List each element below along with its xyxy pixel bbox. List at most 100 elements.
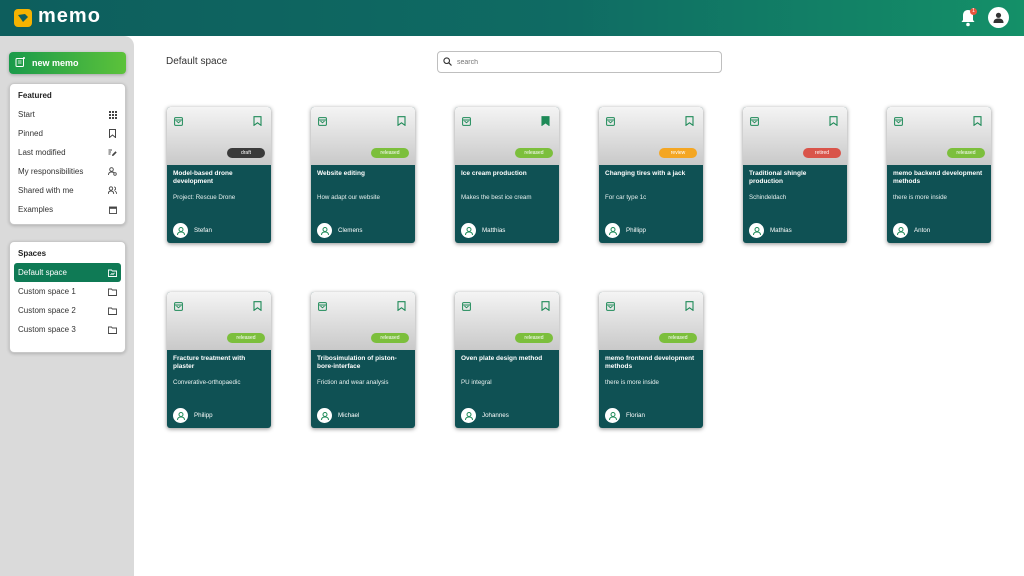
spaces-panel: Spaces Default space Custom space 1 Cust… [9, 241, 126, 353]
folder-icon [108, 325, 117, 334]
bookmark-icon[interactable] [829, 113, 838, 127]
search-input[interactable] [457, 58, 707, 66]
memo-type-icon [462, 298, 471, 311]
owner-avatar-icon [605, 408, 620, 423]
card-title: memo backend development methods [893, 170, 983, 185]
owner-avatar-icon [461, 223, 476, 238]
sidebar-item-start[interactable]: Start [14, 105, 121, 124]
status-badge: draft [227, 148, 265, 158]
status-badge: released [515, 333, 553, 343]
search-icon [443, 53, 452, 71]
card-subtitle: Converative-orthopaedic [173, 379, 241, 386]
card-owner: Florian [626, 412, 645, 419]
folder-icon [108, 287, 117, 296]
owner-avatar-icon [893, 223, 908, 238]
memo-card[interactable]: released Ice cream production Makes the be… [455, 107, 559, 243]
card-subtitle: PU integral [461, 379, 492, 386]
bookmark-icon[interactable] [397, 298, 406, 312]
edit-icon [108, 148, 117, 157]
sidebar-item-last-modified[interactable]: Last modified [14, 143, 121, 162]
memo-card[interactable]: released memo backend development methods… [887, 107, 991, 243]
folder-icon [108, 306, 117, 315]
card-owner: Clemens [338, 227, 363, 234]
status-badge: released [371, 148, 409, 158]
top-bar: memo 1 [0, 0, 1024, 36]
sidebar-item-label: Custom space 2 [18, 306, 76, 315]
new-memo-icon [15, 56, 26, 70]
sidebar-item-default-space[interactable]: Default space [14, 263, 121, 282]
spaces-title: Spaces [18, 249, 47, 258]
owner-avatar-icon [173, 408, 188, 423]
featured-title: Featured [18, 91, 52, 100]
card-subtitle: there is more inside [893, 194, 947, 201]
memo-logo-icon[interactable] [14, 9, 32, 27]
card-owner: Mathias [770, 227, 792, 234]
card-title: Changing tires with a jack [605, 170, 686, 177]
bookmark-icon[interactable] [253, 298, 262, 312]
card-subtitle: Makes the best ice cream [461, 194, 532, 201]
sidebar-item-custom-space-2[interactable]: Custom space 2 [14, 301, 121, 320]
sidebar-item-label: Last modified [18, 148, 66, 157]
memo-type-icon [606, 298, 615, 311]
app-name[interactable]: memo [38, 5, 101, 28]
status-badge: released [515, 148, 553, 158]
folder-open-icon [108, 268, 117, 277]
memo-type-icon [174, 298, 183, 311]
user-avatar-icon[interactable] [988, 7, 1009, 28]
sidebar-item-label: Pinned [18, 129, 43, 138]
sidebar-item-label: Start [18, 110, 35, 119]
card-title: Oven plate design method [461, 355, 543, 362]
sidebar-item-label: Shared with me [18, 186, 74, 195]
card-title: memo frontend development methods [605, 355, 695, 370]
memo-card[interactable]: retired Traditional shingle production Sch… [743, 107, 847, 243]
sidebar-item-shared-with-me[interactable]: Shared with me [14, 181, 121, 200]
bookmark-icon [108, 129, 117, 138]
sidebar-item-pinned[interactable]: Pinned [14, 124, 121, 143]
new-memo-button[interactable]: new memo [9, 52, 126, 74]
bookmark-icon[interactable] [541, 113, 550, 127]
memo-card[interactable]: released Oven plate design method PU integ… [455, 292, 559, 428]
memo-card[interactable]: review Changing tires with a jack For car … [599, 107, 703, 243]
memo-type-icon [318, 113, 327, 126]
bookmark-icon[interactable] [397, 113, 406, 127]
search-bar[interactable] [437, 51, 722, 73]
new-memo-label: new memo [32, 58, 79, 68]
card-subtitle: How adapt our website [317, 194, 380, 201]
memo-card[interactable]: released Website editing How adapt our web… [311, 107, 415, 243]
owner-avatar-icon [461, 408, 476, 423]
memo-card[interactable]: released Tribosimulation of piston-bore-i… [311, 292, 415, 428]
card-title: Traditional shingle production [749, 170, 807, 185]
bookmark-icon[interactable] [973, 113, 982, 127]
memo-card[interactable]: draft Model-based drone development Projec… [167, 107, 271, 243]
featured-panel: Featured Start Pinned Last modified My r… [9, 83, 126, 225]
sidebar-item-my-responsibilities[interactable]: My responsibilities [14, 162, 121, 181]
sidebar-item-label: Examples [18, 205, 54, 214]
memo-card[interactable]: released memo frontend development method… [599, 292, 703, 428]
bookmark-icon[interactable] [253, 113, 262, 127]
card-owner: Matthias [482, 227, 506, 234]
bookmark-icon[interactable] [685, 298, 694, 312]
page-title: Default space [166, 56, 228, 67]
memo-type-icon [750, 113, 759, 126]
owner-avatar-icon [605, 223, 620, 238]
card-subtitle: Friction and wear analysis [317, 379, 389, 386]
notification-count-badge: 1 [970, 8, 977, 15]
bookmark-icon[interactable] [541, 298, 550, 312]
sidebar-item-custom-space-1[interactable]: Custom space 1 [14, 282, 121, 301]
bookmark-icon[interactable] [685, 113, 694, 127]
card-subtitle: Schindeldach [749, 194, 787, 201]
owner-avatar-icon [749, 223, 764, 238]
status-badge: review [659, 148, 697, 158]
sidebar-item-examples[interactable]: Examples [14, 200, 121, 219]
sidebar-item-label: My responsibilities [18, 167, 84, 176]
card-owner: Anton [914, 227, 931, 234]
sidebar-item-custom-space-3[interactable]: Custom space 3 [14, 320, 121, 339]
memo-card[interactable]: released Fracture treatment with plaster C… [167, 292, 271, 428]
status-badge: released [659, 333, 697, 343]
status-badge: released [947, 148, 985, 158]
card-owner: Johannes [482, 412, 509, 419]
card-title: Tribosimulation of piston-bore-interface [317, 355, 397, 370]
card-subtitle: there is more inside [605, 379, 659, 386]
sidebar-item-label: Custom space 3 [18, 325, 76, 334]
owner-avatar-icon [173, 223, 188, 238]
